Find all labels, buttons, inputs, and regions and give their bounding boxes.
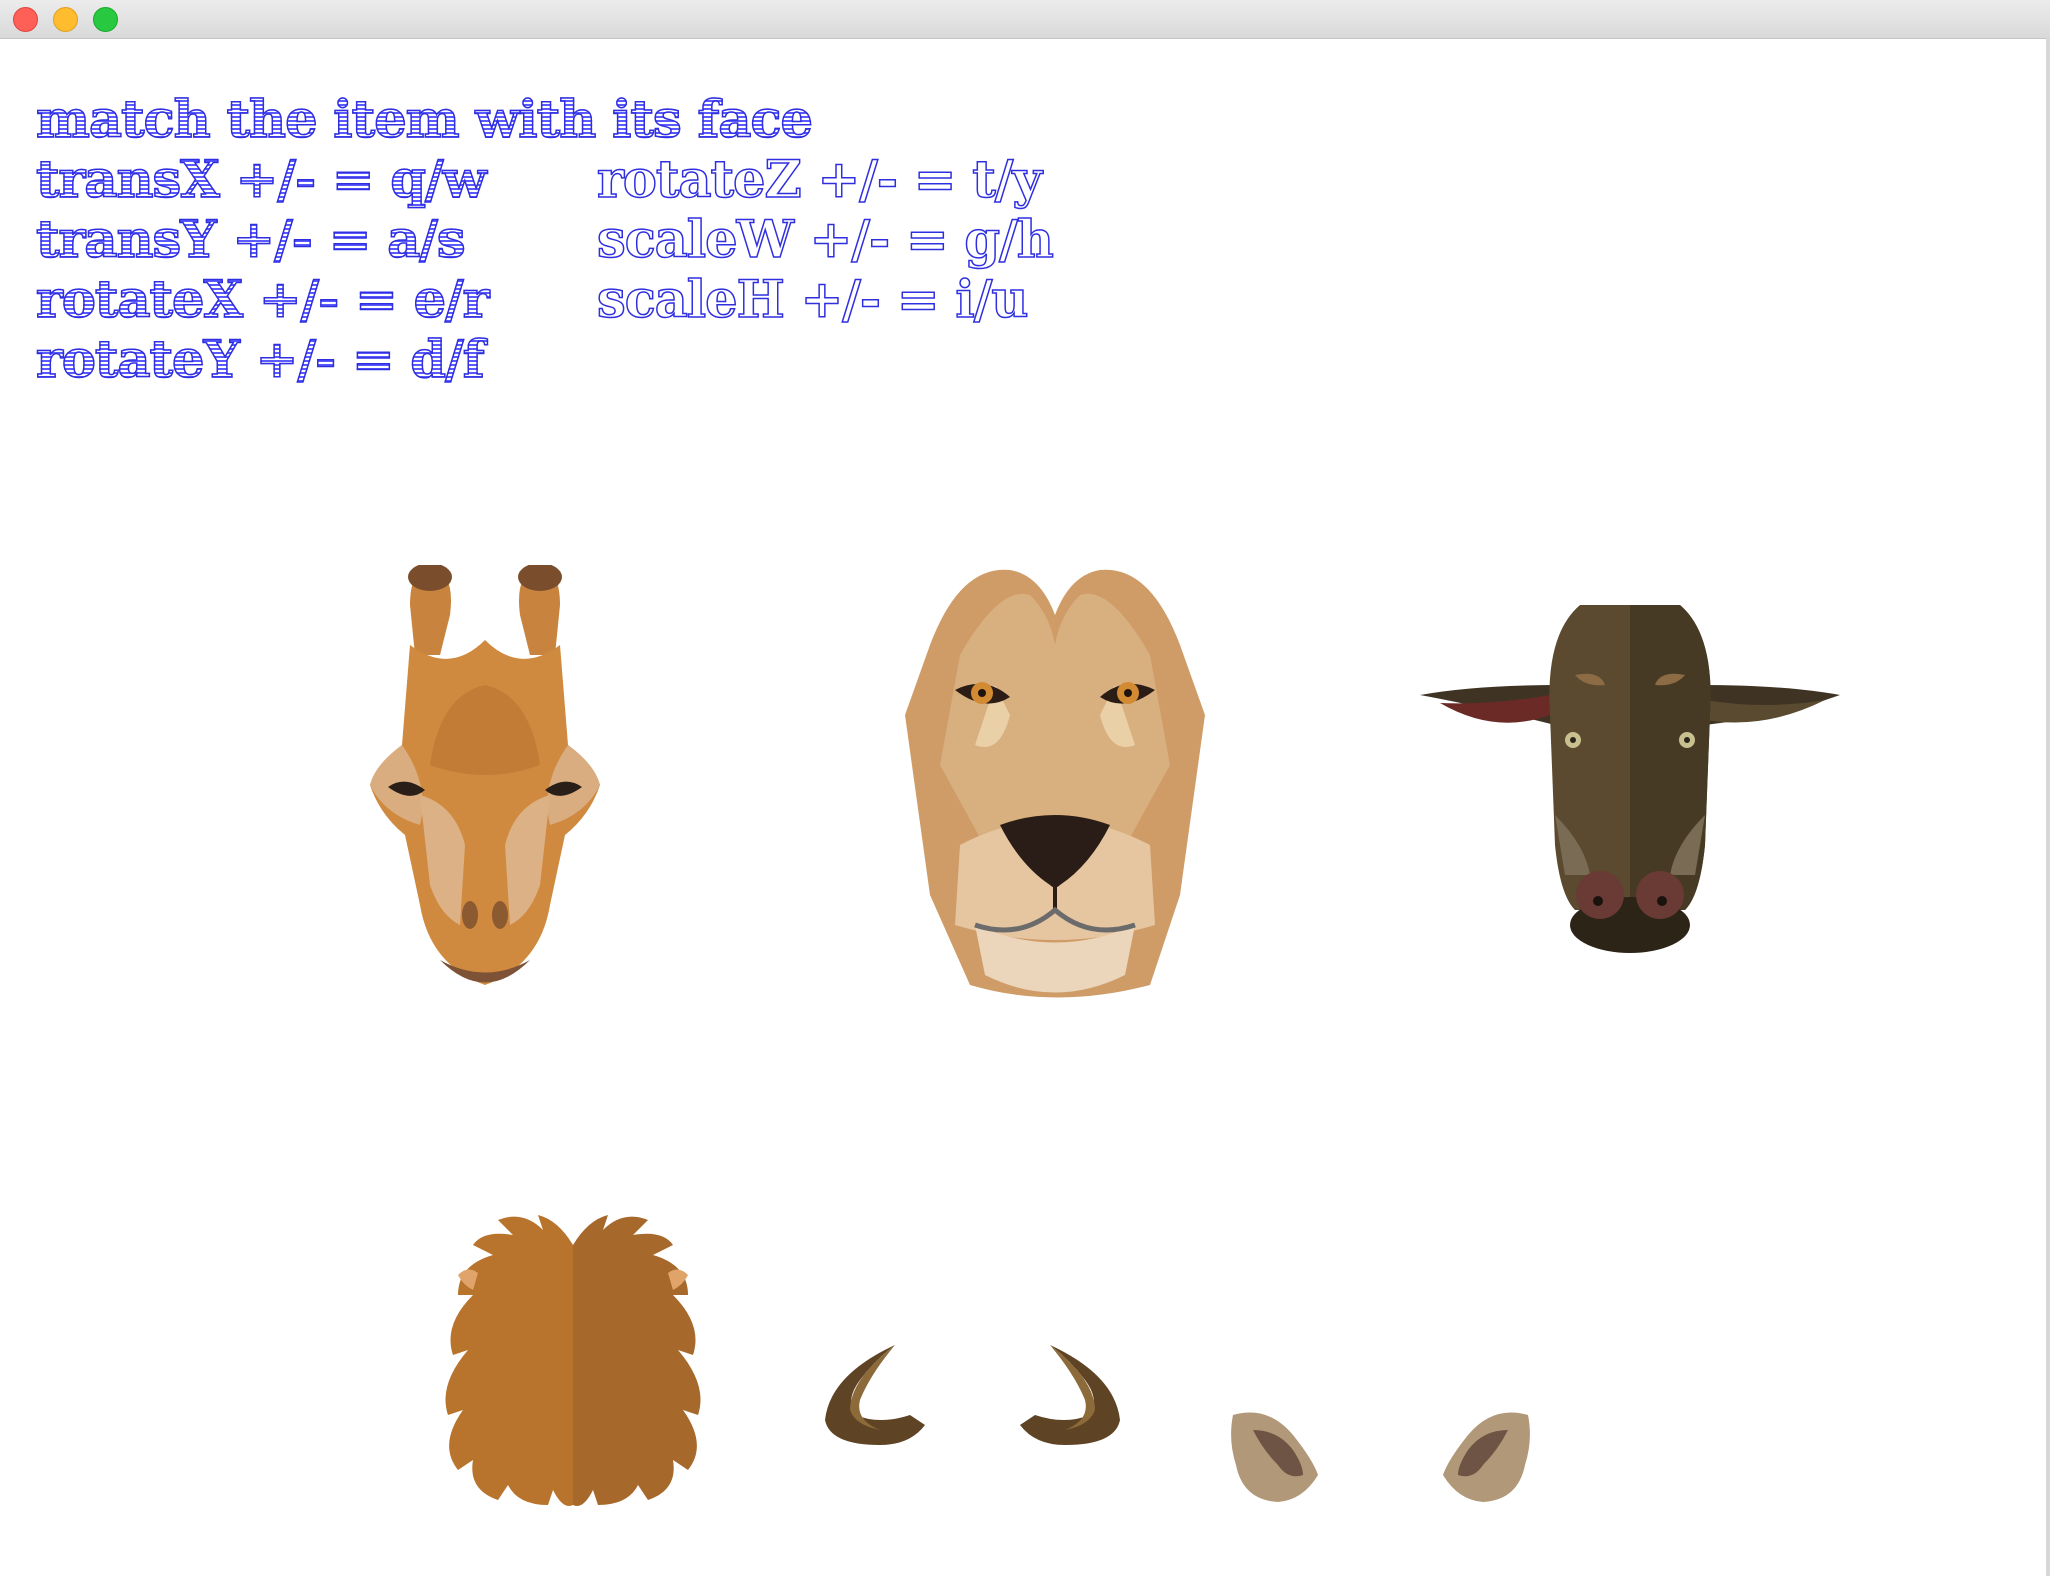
instruction-rotatey: rotateY +/- = d/f	[35, 329, 485, 391]
close-button[interactable]	[13, 7, 38, 32]
window-edge	[2046, 38, 2050, 1576]
instructions-title: match the item with its face	[35, 89, 813, 151]
mane-item[interactable]	[428, 1205, 718, 1510]
minimize-button[interactable]	[53, 7, 78, 32]
bull-face-icon	[1420, 605, 1840, 953]
maximize-button[interactable]	[93, 7, 118, 32]
lion-mane-icon	[445, 1215, 701, 1506]
ears-item[interactable]	[1228, 1405, 1533, 1505]
lion-face[interactable]	[900, 565, 1210, 1005]
giraffe-face-icon	[370, 565, 600, 985]
ears-icon	[1231, 1412, 1530, 1502]
instructions-right-column: rotateZ +/- = t/y scaleW +/- = g/h scale…	[596, 149, 1054, 331]
horns-icon	[825, 1345, 1120, 1445]
instruction-scaleh: scaleH +/- = i/u	[596, 269, 1029, 331]
cow-face[interactable]	[1415, 605, 1845, 955]
instructions: match the item with its face transX +/- …	[35, 89, 1054, 391]
lioness-face-icon	[905, 569, 1205, 998]
app-window: match the item with its face transX +/- …	[0, 0, 2050, 1576]
instruction-rotatez: rotateZ +/- = t/y	[596, 149, 1043, 211]
horns-item[interactable]	[820, 1340, 1125, 1450]
instruction-scalew: scaleW +/- = g/h	[596, 209, 1054, 271]
giraffe-face[interactable]	[360, 565, 610, 1005]
title-bar[interactable]	[0, 0, 2050, 39]
